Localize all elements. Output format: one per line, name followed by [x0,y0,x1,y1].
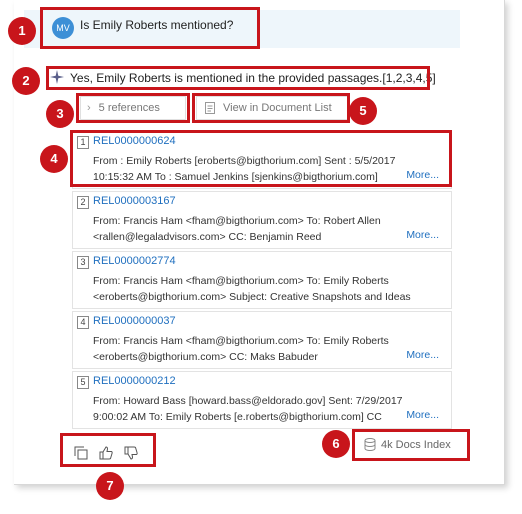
reference-snippet: From: Francis Ham <fham@bigthorium.com> … [93,213,413,245]
callout-box-feedback [60,433,156,467]
callout-box-index [352,429,470,461]
callout-badge: 4 [40,145,68,173]
reference-number: 3 [77,256,89,269]
callout-badge: 1 [8,17,36,45]
callout-box-query [40,7,260,49]
reference-snippet: From: Howard Bass [howard.bass@eldorado.… [93,393,413,425]
more-link[interactable]: More... [406,229,439,241]
reference-number: 5 [77,376,89,389]
reference-number: 4 [77,316,89,329]
reference-number: 2 [77,196,89,209]
snippet-line: From: Francis Ham <fham@bigthorium.com> … [93,215,381,227]
callout-box-references [76,93,190,123]
reference-snippet: From: Francis Ham <fham@bigthorium.com> … [93,333,413,365]
snippet-line: From: Howard Bass [howard.bass@eldorado.… [93,395,403,407]
callout-box-view [192,93,350,123]
snippet-line: <eroberts@bigthorium.com> CC: Maks Babud… [93,351,318,363]
reference-id-link[interactable]: REL0000000037 [93,315,176,327]
more-link[interactable]: More... [406,349,439,361]
callout-badge: 6 [322,430,350,458]
reference-id-link[interactable]: REL0000002774 [93,255,176,267]
reference-card[interactable]: 3 REL0000002774 From: Francis Ham <fham@… [72,251,452,309]
snippet-line: From: Francis Ham <fham@bigthorium.com> … [93,275,389,287]
reference-id-link[interactable]: REL0000003167 [93,195,176,207]
snippet-line: <eroberts@bigthorium.com> Subject: Creat… [93,291,411,303]
callout-box-answer [46,66,430,90]
callout-badge: 3 [46,100,74,128]
callout-badge: 7 [96,472,124,500]
reference-snippet: From: Francis Ham <fham@bigthorium.com> … [93,273,443,305]
snippet-line: 9:00:02 AM To: Emily Roberts [e.roberts@… [93,411,382,423]
callout-badge: 2 [12,67,40,95]
callout-box-reference [70,130,452,187]
reference-card[interactable]: 4 REL0000000037 From: Francis Ham <fham@… [72,311,452,369]
snippet-line: <rallen@legaladvisors.com> CC: Benjamin … [93,231,322,243]
reference-card[interactable]: 5 REL0000000212 From: Howard Bass [howar… [72,371,452,429]
reference-card[interactable]: 2 REL0000003167 From: Francis Ham <fham@… [72,191,452,249]
snippet-line: From: Francis Ham <fham@bigthorium.com> … [93,335,389,347]
reference-id-link[interactable]: REL0000000212 [93,375,176,387]
callout-badge: 5 [349,97,377,125]
more-link[interactable]: More... [406,409,439,421]
